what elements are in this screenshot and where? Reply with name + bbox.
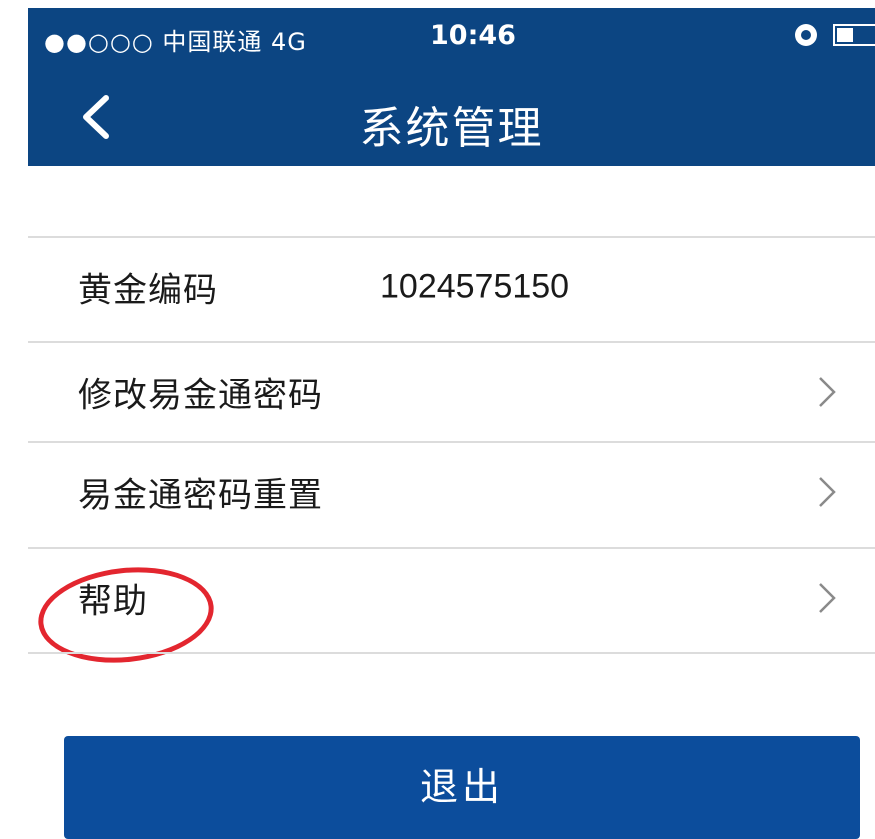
list-item-reset-password[interactable]: 易金通密码重置 [28, 442, 875, 542]
reset-password-label: 易金通密码重置 [78, 475, 323, 516]
list-item-change-password[interactable]: 修改易金通密码 [28, 342, 875, 442]
top-bar: ●●○○○ 中国联通 4G 10:46 系统管理 [28, 8, 875, 166]
gold-code-value: 1024575150 [380, 267, 570, 306]
status-time: 10:46 [430, 20, 516, 51]
page-title: 系统管理 [359, 103, 544, 154]
chevron-right-icon [819, 583, 836, 613]
battery-icon [833, 24, 875, 46]
status-bar: ●●○○○ 中国联通 4G 10:46 [28, 8, 875, 64]
chevron-right-icon [819, 377, 836, 407]
logout-button[interactable]: 退出 [64, 736, 860, 839]
gold-code-label: 黄金编码 [78, 270, 218, 311]
status-icons [795, 22, 875, 50]
divider [28, 652, 875, 654]
alarm-icon [795, 24, 817, 46]
list-item-gold-code: 黄金编码 1024575150 [28, 237, 875, 337]
change-password-label: 修改易金通密码 [78, 375, 323, 416]
chevron-right-icon [819, 477, 836, 507]
carrier-signal: ●●○○○ 中国联通 4G [44, 28, 307, 56]
screen: ●●○○○ 中国联通 4G 10:46 系统管理 黄金编码 1024575150… [28, 8, 875, 839]
